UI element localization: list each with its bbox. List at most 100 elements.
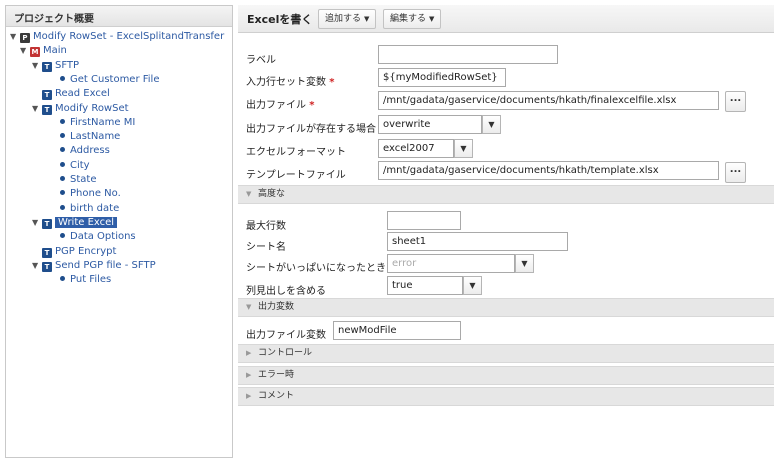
on-error-section-title: エラー時 xyxy=(258,370,295,380)
browse-output-file-button[interactable]: ... xyxy=(725,91,746,112)
bullet-icon xyxy=(60,176,65,181)
on-error-section-header[interactable]: ▶ エラー時 xyxy=(238,366,774,385)
output-file-var-label: 出力ファイル変数 xyxy=(246,330,326,341)
sheet-full-select[interactable]: error xyxy=(387,254,515,273)
tree-node[interactable]: ▼ T Write Excel xyxy=(32,216,118,230)
edit-button[interactable]: 編集する ▼ xyxy=(383,9,442,29)
tree-node[interactable]: State xyxy=(58,173,96,187)
tree-node[interactable]: birth date xyxy=(58,202,119,216)
expand-arrow-icon[interactable]: ▼ xyxy=(32,216,42,230)
label-input[interactable] xyxy=(378,45,558,64)
tree-node[interactable]: Phone No. xyxy=(58,187,121,201)
output-file-label-text: 出力ファイル xyxy=(246,100,306,111)
if-exists-select[interactable]: overwrite xyxy=(378,115,482,134)
expand-arrow-icon[interactable]: ▼ xyxy=(32,259,42,273)
add-button[interactable]: 追加する ▼ xyxy=(318,9,377,29)
edit-button-label: 編集する xyxy=(390,14,427,24)
tree-node-label: Put Files xyxy=(70,274,112,286)
tree-node-label: City xyxy=(70,159,90,171)
control-section-title: コントロール xyxy=(258,348,313,358)
bullet-icon xyxy=(60,147,65,153)
output-vars-section-title: 出力変数 xyxy=(258,302,295,312)
tree-node[interactable]: ▼ T SFTP xyxy=(32,59,79,73)
tree-node-label: Phone No. xyxy=(70,188,121,200)
expanded-arrow-icon: ▼ xyxy=(246,190,252,198)
task-icon: T xyxy=(42,218,52,229)
output-file-input[interactable]: /mnt/gadata/gaservice/documents/hkath/fi… xyxy=(378,91,719,110)
tree-node-label: Data Options xyxy=(70,231,136,243)
collapsed-arrow-icon: ▶ xyxy=(246,392,252,400)
output-file-var-input[interactable]: newModFile xyxy=(333,321,461,340)
main-flow-icon: M xyxy=(30,47,40,58)
input-rowset-label: 入力行セット変数 * xyxy=(246,73,334,88)
include-headers-label: 列見出しを含める xyxy=(246,286,326,297)
tree-node-label: FirstName MI xyxy=(70,116,136,128)
tree-node-label: Read Excel xyxy=(55,88,110,100)
bullet-icon xyxy=(60,75,65,81)
sheet-full-dropdown-button[interactable]: ▼ xyxy=(515,254,534,273)
tree-header: プロジェクト概要 xyxy=(6,6,232,27)
output-file-label: 出力ファイル * xyxy=(246,96,314,111)
expand-arrow-icon[interactable]: ▼ xyxy=(32,102,42,116)
tree-node[interactable]: Data Options xyxy=(58,230,136,244)
input-rowset-label-text: 入力行セット変数 xyxy=(246,77,326,88)
tree-node[interactable]: ▼ M Main xyxy=(20,44,67,58)
tree-node[interactable]: FirstName MI xyxy=(58,116,135,130)
tree-node[interactable]: Address xyxy=(58,144,110,158)
if-exists-label: 出力ファイルが存在する場合 xyxy=(246,124,376,135)
advanced-section-title: 高度な xyxy=(258,189,286,199)
collapsed-arrow-icon: ▶ xyxy=(246,371,252,379)
tree-node-label: Write Excel xyxy=(55,216,118,228)
tree-node[interactable]: T PGP Encrypt xyxy=(32,245,116,259)
output-vars-section-header[interactable]: ▼ 出力変数 xyxy=(238,298,774,317)
properties-panel: Excelを書く 追加する ▼ 編集する ▼ ラベル 入力行セット変数 * ${my… xyxy=(238,5,774,410)
tree-node[interactable]: ▼ T Modify RowSet xyxy=(32,102,129,116)
expand-arrow-icon[interactable]: ▼ xyxy=(10,30,20,44)
excel-format-dropdown-button[interactable]: ▼ xyxy=(454,139,473,158)
tree-node-label: Get Customer File xyxy=(70,73,160,85)
task-icon: T xyxy=(42,104,52,115)
tree-node-label: Address xyxy=(70,145,110,157)
include-headers-select[interactable]: true xyxy=(387,276,463,295)
comment-section-title: コメント xyxy=(258,391,295,401)
tree-node[interactable]: LastName xyxy=(58,130,120,144)
expand-arrow-icon[interactable]: ▼ xyxy=(32,59,42,73)
if-exists-dropdown-button[interactable]: ▼ xyxy=(482,115,501,134)
tree-node[interactable]: City xyxy=(58,159,90,173)
required-mark: * xyxy=(309,100,315,111)
input-rowset-input[interactable]: ${myModifiedRowSet} xyxy=(378,68,506,87)
tree-node-label: Send PGP file - SFTP xyxy=(55,259,156,271)
advanced-section-header[interactable]: ▼ 高度な xyxy=(238,185,774,204)
tree-node[interactable]: ▼ T Send PGP file - SFTP xyxy=(32,259,156,273)
collapsed-arrow-icon: ▶ xyxy=(246,349,252,357)
browse-template-file-button[interactable]: ... xyxy=(725,162,746,183)
task-icon: T xyxy=(42,61,52,72)
task-icon: T xyxy=(42,247,52,258)
project-icon: P xyxy=(20,33,30,43)
toolbar: Excelを書く 追加する ▼ 編集する ▼ xyxy=(238,5,774,33)
bullet-icon xyxy=(60,190,65,196)
sheet-full-label: シートがいっぱいになったとき xyxy=(246,263,386,274)
template-file-input[interactable]: /mnt/gadata/gaservice/documents/hkath/te… xyxy=(378,161,719,180)
tree-node-label: State xyxy=(70,174,97,185)
bullet-icon xyxy=(60,233,65,239)
tree-node[interactable]: Put Files xyxy=(58,273,111,287)
tree-node[interactable]: T Read Excel xyxy=(32,87,110,101)
max-rows-input[interactable] xyxy=(387,211,461,230)
comment-section-header[interactable]: ▶ コメント xyxy=(238,387,774,406)
expanded-arrow-icon: ▼ xyxy=(246,303,252,311)
tree-node[interactable]: Get Customer File xyxy=(58,73,160,87)
bullet-icon xyxy=(60,133,65,139)
label-field-label: ラベル xyxy=(246,55,276,66)
excel-format-select[interactable]: excel2007 xyxy=(378,139,454,158)
include-headers-dropdown-button[interactable]: ▼ xyxy=(463,276,482,295)
bullet-icon xyxy=(60,276,65,282)
tree-node-label: Main xyxy=(43,45,67,57)
tree-node[interactable]: ▼ P Modify RowSet - ExcelSplitandTransfer xyxy=(10,30,224,44)
bullet-icon xyxy=(60,204,65,210)
required-mark: * xyxy=(329,77,335,88)
sheet-name-input[interactable]: sheet1 xyxy=(387,232,568,251)
expand-arrow-icon[interactable]: ▼ xyxy=(20,44,30,58)
tree-node-label: SFTP xyxy=(55,59,80,71)
control-section-header[interactable]: ▶ コントロール xyxy=(238,344,774,363)
